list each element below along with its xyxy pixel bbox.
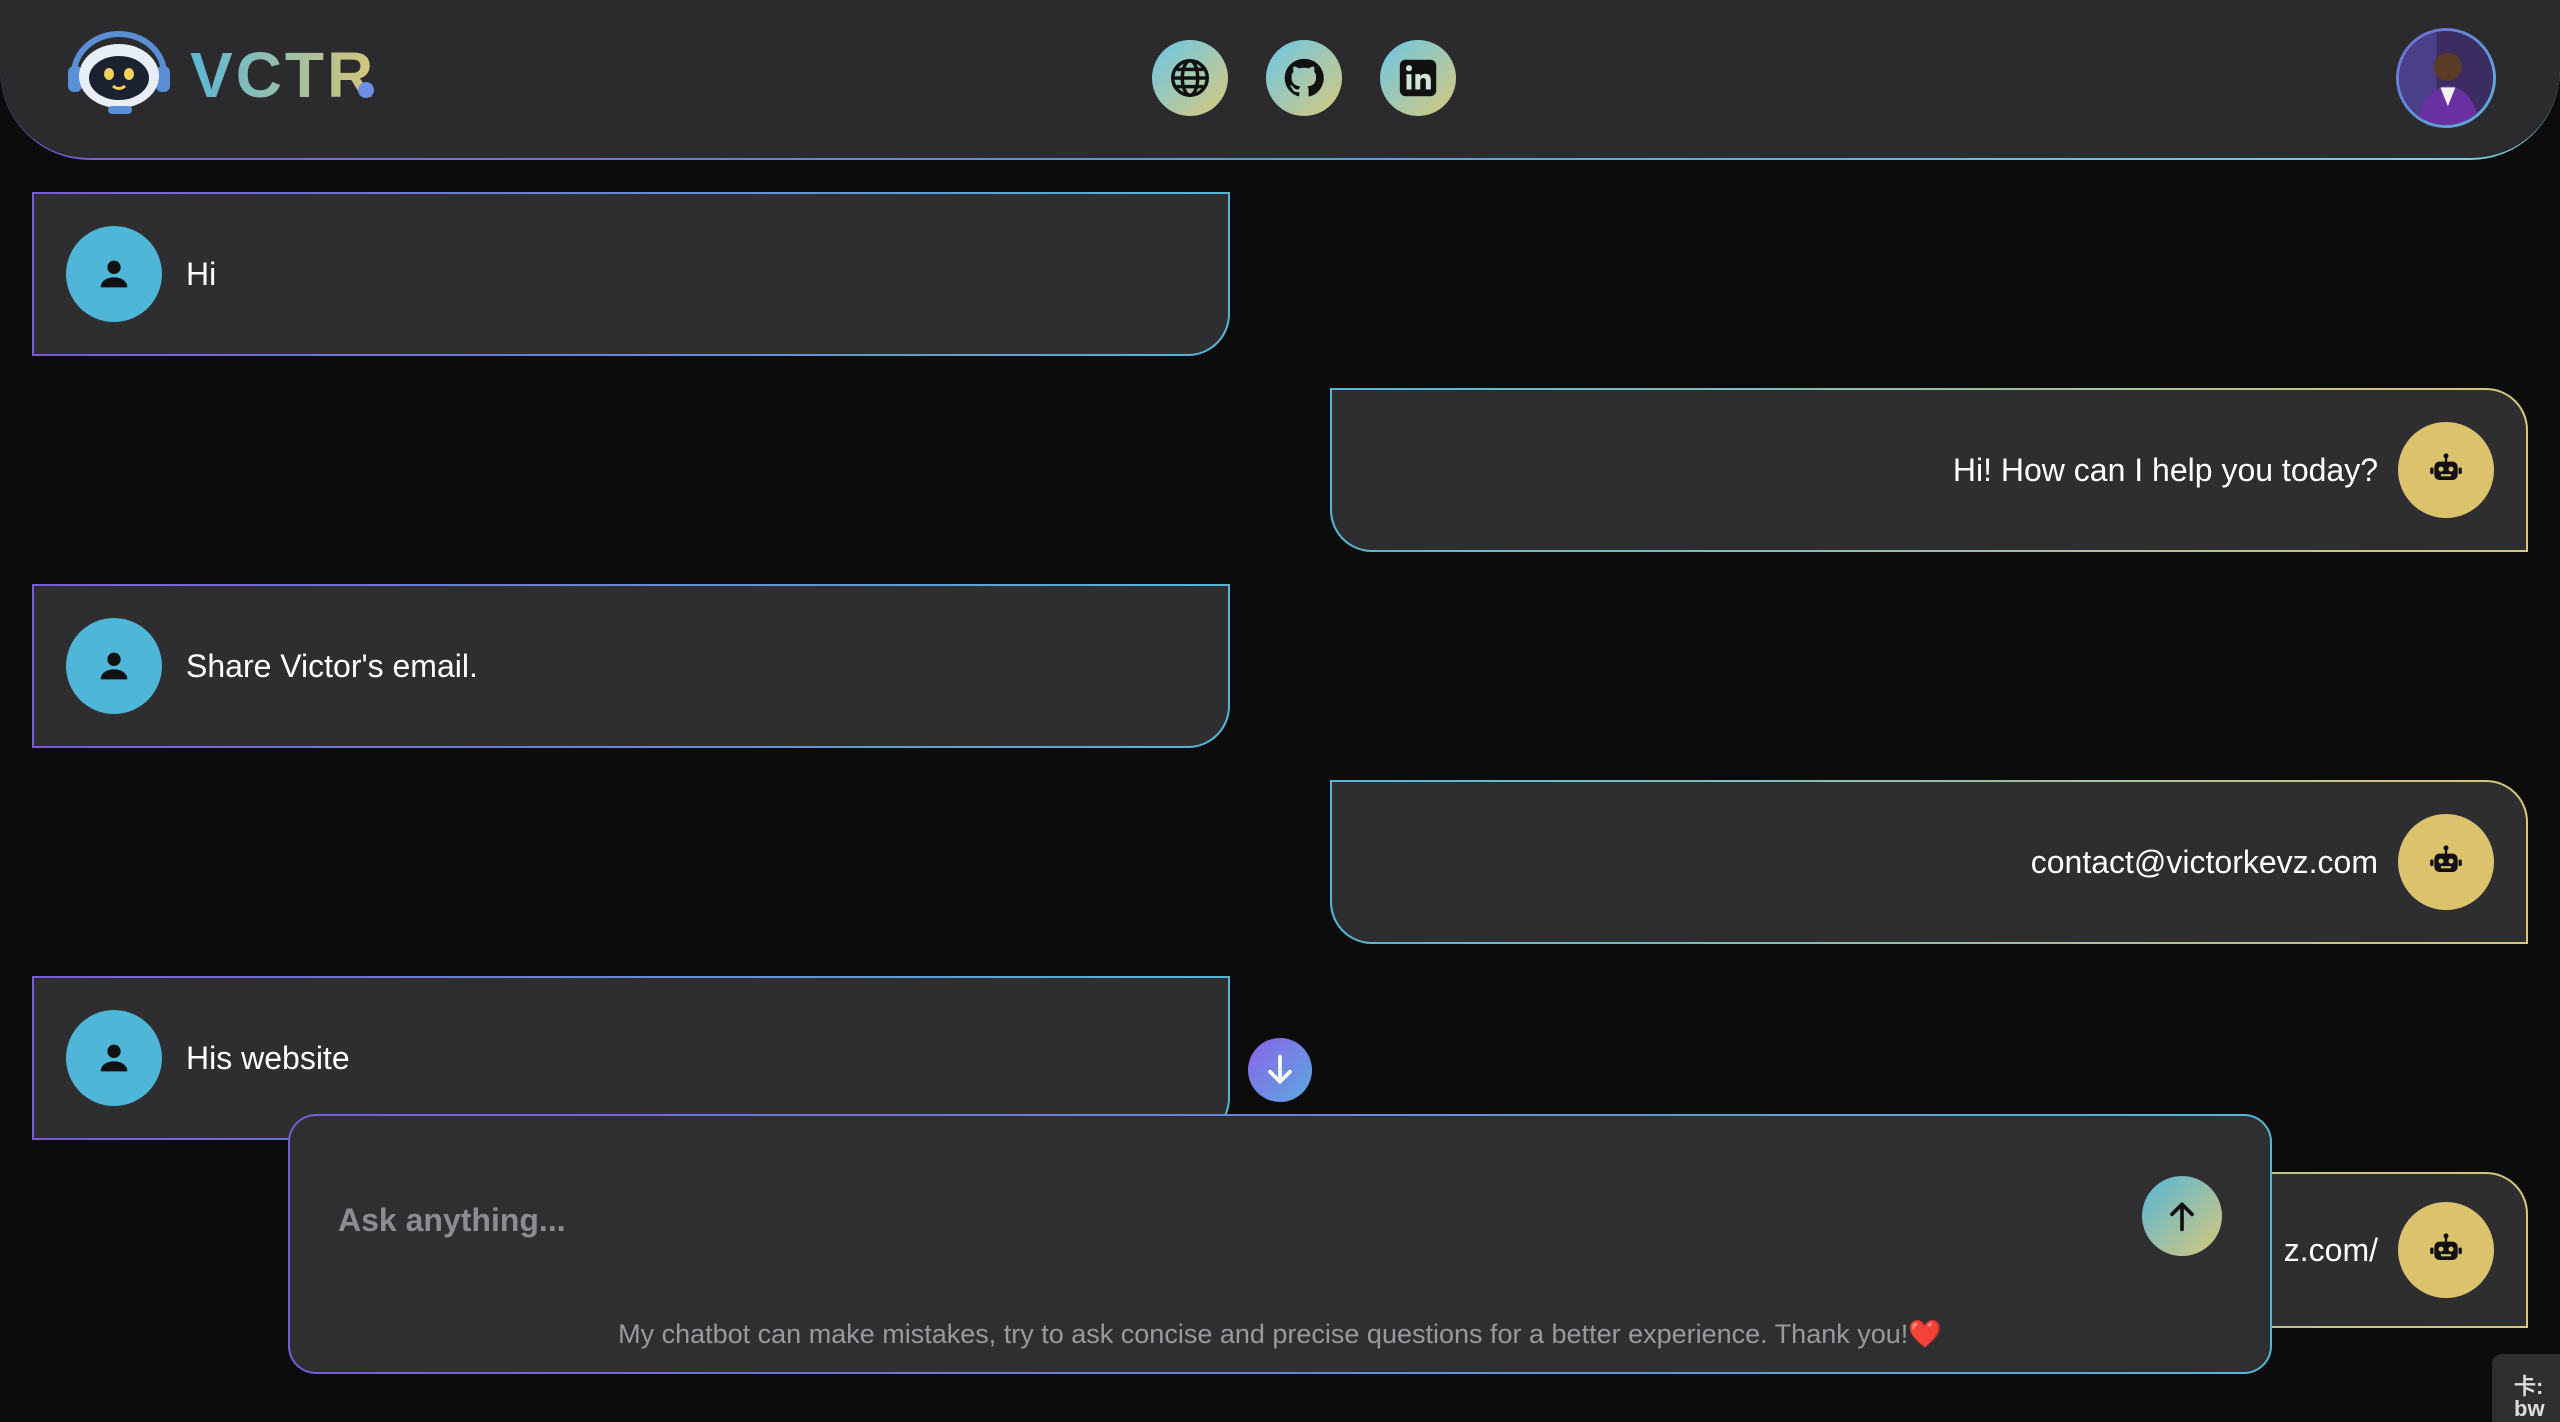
brand-dot [358, 82, 374, 98]
brand-name[interactable]: VCTR [190, 38, 376, 112]
bot-message: Hi! How can I help you today? [1330, 388, 2528, 552]
globe-icon [1171, 59, 1209, 97]
website-link[interactable] [1152, 40, 1228, 116]
user-avatar [66, 1010, 162, 1106]
bot-avatar [2398, 1202, 2494, 1298]
user-avatar [66, 226, 162, 322]
disclaimer-text: My chatbot can make mistakes, try to ask… [618, 1319, 1942, 1349]
linkedin-link[interactable] [1380, 40, 1456, 116]
person-icon [100, 652, 128, 680]
bot-message: contact@victorkevz.com [1330, 780, 2528, 944]
github-icon [1284, 58, 1324, 97]
user-avatar [66, 618, 162, 714]
message-text: Hi! How can I help you today? [1952, 451, 2378, 488]
message-text: z.com/ [2283, 1231, 2378, 1268]
bot-avatar [2398, 814, 2494, 910]
send-button[interactable] [2142, 1176, 2222, 1256]
person-icon [100, 1044, 128, 1072]
arrow-up-icon [2170, 1202, 2194, 1232]
profile-avatar[interactable] [2396, 28, 2496, 128]
robot-icon [2430, 845, 2462, 872]
message-text: Share Victor's email. [186, 647, 478, 684]
user-message: Hi [32, 192, 1230, 356]
message-text: Hi [186, 255, 217, 292]
robot-logo-icon[interactable] [64, 30, 174, 116]
scroll-down-button[interactable] [1248, 1038, 1312, 1102]
user-message: Share Victor's email. [32, 584, 1230, 748]
avatar-photo [2399, 31, 2493, 125]
github-link[interactable] [1266, 40, 1342, 116]
top-navbar: VCTR [0, 0, 2560, 160]
chat-composer: My chatbot can make mistakes, try to ask… [288, 1114, 2272, 1374]
message-text: contact@victorkevz.com [2030, 843, 2378, 880]
arrow-down-icon [1268, 1054, 1292, 1084]
corner-widget[interactable]: 卡: bw [2492, 1354, 2560, 1422]
robot-icon [2430, 453, 2462, 480]
bot-avatar [2398, 422, 2494, 518]
message-text: His website [186, 1039, 350, 1076]
navbar-panel: VCTR [0, 0, 2560, 158]
robot-icon [2430, 1233, 2462, 1260]
person-icon [100, 260, 128, 288]
chat-input[interactable] [338, 1190, 2038, 1250]
linkedin-icon [1399, 59, 1437, 97]
